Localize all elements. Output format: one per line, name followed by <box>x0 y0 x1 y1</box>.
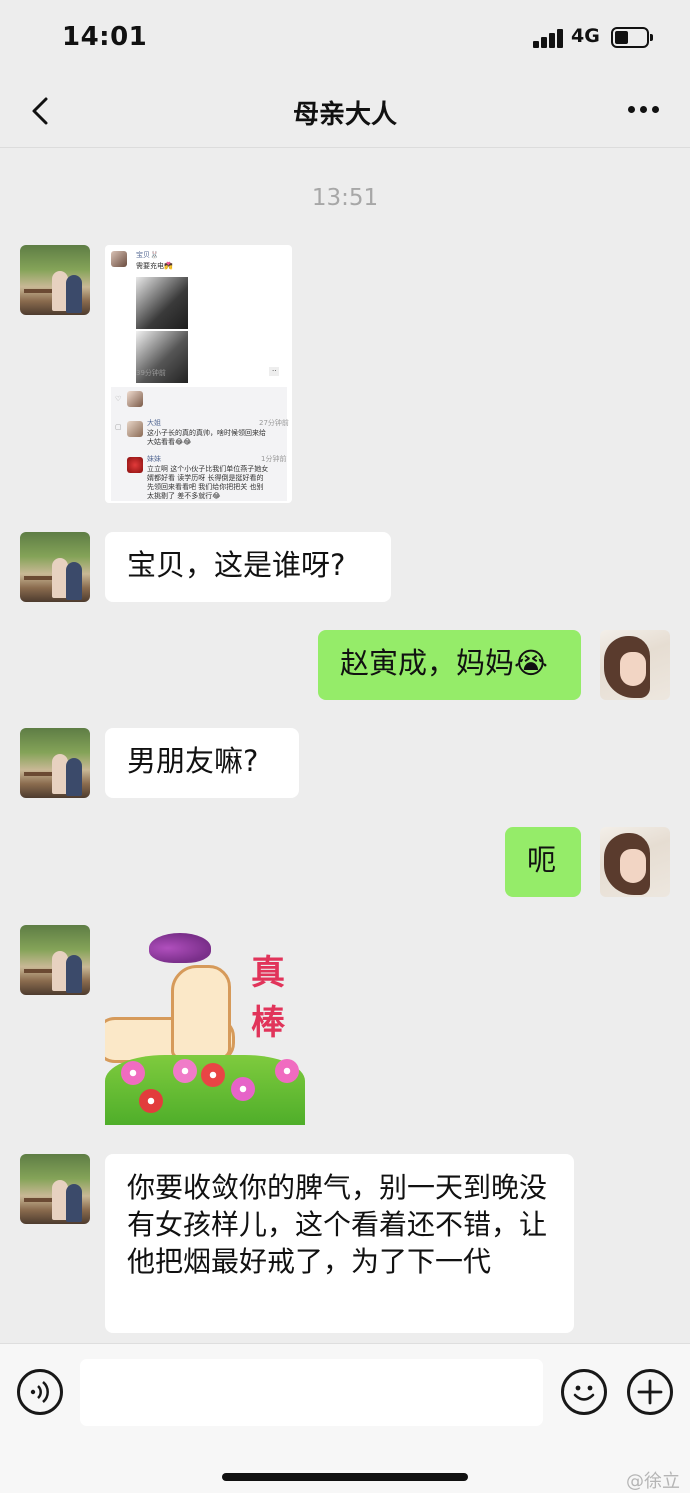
voice-icon[interactable] <box>17 1369 63 1415</box>
battery-icon <box>611 27 653 48</box>
plus-icon[interactable] <box>627 1369 673 1415</box>
comment-time: 27分钟前 <box>259 419 289 427</box>
comment-text-line: 太挑剔了 差不多就行😂 <box>147 492 221 500</box>
flower-icon <box>121 1061 145 1085</box>
comment-name: 妹妹 <box>147 455 161 463</box>
comment-icon: ▢ <box>115 423 122 431</box>
network-type: 4G <box>571 25 600 47</box>
comment-text-line: 立立啊 这个小伙子比我们单位燕子她女 <box>147 465 269 473</box>
message-bubble[interactable]: 男朋友嘛? <box>105 728 299 798</box>
status-bar: 14:01 4G <box>0 0 690 72</box>
comment-name: 大姐 <box>147 419 161 427</box>
more-icon[interactable] <box>628 106 660 114</box>
comment-panel: ♡ ▢ 大姐 27分钟前 这小子长的真的真帅，啥时候领回来给 大姑看看😂😂 妹妹… <box>111 387 289 501</box>
message-input[interactable] <box>80 1359 543 1426</box>
thumbs-up-icon <box>171 965 231 1059</box>
post-name: 宝贝🐰 <box>136 251 159 259</box>
avatar-mom[interactable] <box>20 1154 90 1224</box>
image-message[interactable]: 宝贝🐰 需要充电💏 39分钟前 ·· ♡ ▢ 大姐 27分钟前 这小子长的真的真… <box>105 245 292 503</box>
message-bubble[interactable]: 宝贝，这是谁呀? <box>105 532 391 602</box>
avatar-mom[interactable] <box>20 245 90 315</box>
avatar-me[interactable] <box>600 827 670 897</box>
post-more-icon: ·· <box>269 367 280 376</box>
like-icon: ♡ <box>115 395 122 403</box>
flower-icon <box>139 1089 163 1113</box>
message-bubble[interactable]: 你要收敛你的脾气，别一天到晚没有女孩样儿，这个看着还不错，让他把烟最好戒了，为了… <box>105 1154 574 1333</box>
comment-time: 1分钟前 <box>261 455 287 463</box>
watermark: @徐立 <box>626 1471 680 1492</box>
message-bubble[interactable]: 呃 <box>505 827 581 897</box>
like-avatar <box>127 391 143 407</box>
avatar-mom[interactable] <box>20 532 90 602</box>
post-text: 需要充电💏 <box>136 262 173 270</box>
status-time: 14:01 <box>62 22 148 52</box>
comment-avatar <box>127 421 143 437</box>
sticker-text: 棒 <box>251 1003 285 1043</box>
comment-text-line: 先领回来看看吧 我们给你把把关 也别 <box>147 483 264 491</box>
message-bubble[interactable]: 赵寅成，妈妈😭 <box>318 630 581 700</box>
sticker-message[interactable]: 真 棒 <box>105 925 305 1125</box>
flower-icon <box>231 1077 255 1101</box>
comment-avatar <box>127 457 143 473</box>
avatar-mom[interactable] <box>20 728 90 798</box>
sticker-text: 真 <box>251 953 285 993</box>
signal-icon <box>533 28 565 48</box>
comment-text-line: 大姑看看😂😂 <box>147 438 192 446</box>
home-indicator[interactable] <box>222 1473 468 1481</box>
emoji-icon[interactable] <box>561 1369 607 1415</box>
chat-header: 母亲大人 <box>0 72 690 148</box>
chat-title: 母亲大人 <box>292 100 397 130</box>
input-bar: @徐立 <box>0 1343 690 1493</box>
comment-text-line: 婿都好看 读学历呀 长得倒是挺好看的 <box>147 474 264 482</box>
butterfly-icon <box>149 933 211 963</box>
post-avatar <box>111 251 127 267</box>
avatar-mom[interactable] <box>20 925 90 995</box>
flower-icon <box>173 1059 197 1083</box>
chat-timestamp: 13:51 <box>311 185 379 211</box>
avatar-me[interactable] <box>600 630 670 700</box>
comment-text-line: 这小子长的真的真帅，啥时候领回来给 <box>147 429 266 437</box>
post-time: 39分钟前 <box>136 369 166 377</box>
flower-icon <box>275 1059 299 1083</box>
flower-icon <box>201 1063 225 1087</box>
post-photo <box>136 277 188 329</box>
